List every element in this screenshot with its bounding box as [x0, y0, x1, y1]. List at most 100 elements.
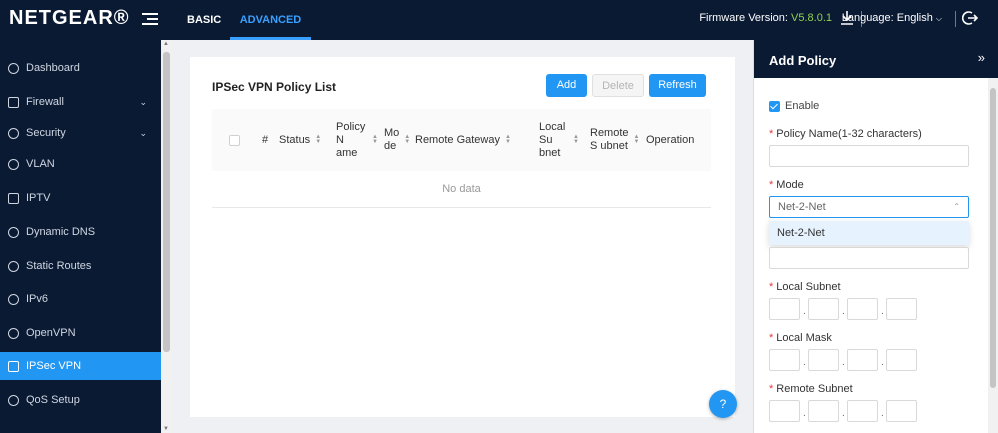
sort-icon: ▲ ▼: [504, 134, 511, 145]
local-mask-label: * Local Mask: [769, 332, 832, 344]
ipsec-icon: [8, 361, 19, 372]
enable-label: Enable: [785, 100, 820, 112]
octet-separator: .: [803, 408, 806, 419]
mode-label: * Mode: [769, 179, 804, 191]
local-subnet-octet-3[interactable]: [847, 298, 878, 320]
tv-icon: [8, 193, 19, 204]
collapse-icon[interactable]: »: [978, 50, 985, 65]
column-remote-gateway[interactable]: Remote Gateway ▲ ▼: [415, 109, 511, 171]
scrollbar-thumb[interactable]: [990, 88, 996, 388]
local-mask-octet-2[interactable]: [808, 349, 839, 371]
local-mask-octet-4[interactable]: [886, 349, 917, 371]
sidebar-item-firewall[interactable]: Firewall ⌄: [0, 88, 161, 116]
empty-state: No data: [212, 171, 711, 208]
netgear-logo: NETGEAR®: [9, 7, 130, 29]
tab-advanced[interactable]: ADVANCED: [230, 0, 311, 40]
main-scrollbar[interactable]: ▲ ▼: [161, 40, 172, 433]
language-selector[interactable]: Language: English ⌵: [842, 12, 942, 24]
octet-separator: .: [881, 408, 884, 419]
mode-option-net-2-net[interactable]: Net-2-Net: [769, 221, 969, 245]
sidebar-item-vlan[interactable]: VLAN: [0, 150, 161, 178]
shield-icon: [8, 128, 19, 139]
sidebar-item-label: Firewall: [26, 96, 64, 108]
sidebar-item-dashboard[interactable]: Dashboard: [0, 54, 161, 82]
add-button[interactable]: Add: [546, 74, 587, 97]
refresh-button[interactable]: Refresh: [649, 74, 706, 97]
chevron-down-icon: ⌵: [935, 14, 942, 23]
chevron-up-icon: ⌃: [953, 202, 960, 211]
sidebar-item-dynamic-dns[interactable]: Dynamic DNS: [0, 218, 161, 246]
scroll-down-icon[interactable]: ▼: [163, 426, 169, 432]
local-subnet-label: * Local Subnet: [769, 281, 841, 293]
scroll-up-icon[interactable]: ▲: [163, 41, 169, 47]
octet-separator: .: [842, 408, 845, 419]
remote-subnet-octet-3[interactable]: [847, 400, 878, 422]
remote-subnet-octet-4[interactable]: [886, 400, 917, 422]
gear-icon: [8, 159, 19, 170]
firmware-version: Firmware Version: V5.8.0.1: [699, 12, 832, 24]
local-mask-octet-1[interactable]: [769, 349, 800, 371]
sidebar-item-iptv[interactable]: IPTV: [0, 184, 161, 212]
sidebar-item-ipv6[interactable]: IPv6: [0, 285, 161, 313]
top-bar: NETGEAR® BASIC ADVANCED Firmware Version…: [0, 0, 998, 40]
sidebar: Dashboard Firewall ⌄ Security ⌄ VLAN IPT…: [0, 40, 161, 433]
column-mode[interactable]: Mo de ▲ ▼: [384, 109, 410, 171]
sidebar-item-label: Dashboard: [26, 62, 80, 74]
enable-checkbox[interactable]: [769, 101, 780, 112]
column-index: #: [262, 133, 269, 146]
sidebar-item-label: IPTV: [26, 192, 51, 204]
sidebar-item-label: IPv6: [26, 293, 49, 305]
sidebar-item-openvpn[interactable]: OpenVPN: [0, 319, 161, 347]
drawer-header: Add Policy »: [754, 40, 998, 78]
sort-icon: ▲ ▼: [633, 134, 640, 145]
local-subnet-octet-2[interactable]: [808, 298, 839, 320]
remote-subnet-label: * Remote Subnet: [769, 383, 853, 395]
sidebar-item-label: Static Routes: [26, 260, 92, 272]
column-remote-subnet[interactable]: Remote S ubnet ▲ ▼: [590, 109, 639, 171]
add-policy-drawer: Add Policy » Enable * Policy Name(1-32 ch…: [753, 40, 998, 433]
octet-separator: .: [881, 357, 884, 368]
menu-toggle-icon[interactable]: [142, 10, 158, 28]
firewall-icon: [8, 97, 19, 108]
sidebar-item-security[interactable]: Security ⌄: [0, 119, 161, 147]
drawer-title: Add Policy: [769, 53, 837, 68]
sidebar-item-static-routes[interactable]: Static Routes: [0, 252, 161, 280]
scrollbar-thumb[interactable]: [163, 52, 170, 352]
table-header: # Status ▲ ▼ Policy N ame ▲ ▼ Mo de ▲ ▼ Remote…: [212, 109, 711, 171]
sidebar-item-label: VLAN: [26, 158, 55, 170]
sidebar-item-label: Dynamic DNS: [26, 226, 96, 238]
local-mask-octet-3[interactable]: [847, 349, 878, 371]
policy-list-card: IPSec VPN Policy List Add Delete Refresh…: [190, 57, 735, 417]
remote-subnet-octet-1[interactable]: [769, 400, 800, 422]
sidebar-item-label: OpenVPN: [26, 327, 76, 339]
octet-separator: .: [881, 306, 884, 317]
column-policy-name[interactable]: Policy N ame ▲ ▼: [336, 109, 378, 171]
drawer-scrollbar[interactable]: [988, 78, 998, 433]
tab-basic[interactable]: BASIC: [187, 0, 221, 40]
sort-icon: ▲ ▼: [372, 134, 378, 145]
delete-button[interactable]: Delete: [592, 74, 644, 97]
sidebar-item-label: QoS Setup: [26, 394, 80, 406]
octet-separator: .: [803, 357, 806, 368]
local-subnet-octet-1[interactable]: [769, 298, 800, 320]
octet-separator: .: [842, 357, 845, 368]
octet-separator: .: [803, 306, 806, 317]
route-icon: [8, 261, 19, 272]
language-label: Language: English: [841, 12, 933, 24]
column-status[interactable]: Status ▲ ▼: [279, 109, 321, 171]
page-title: IPSec VPN Policy List: [212, 80, 337, 94]
mode-select[interactable]: Net-2-Net ⌃: [769, 196, 969, 218]
help-button[interactable]: ?: [709, 390, 737, 418]
sidebar-item-label: Security: [26, 127, 66, 139]
policy-name-label: * Policy Name(1-32 characters): [769, 128, 922, 140]
column-local-subnet[interactable]: Local Su bnet ▲ ▼: [539, 109, 579, 171]
remote-gateway-input[interactable]: [769, 247, 969, 269]
qos-icon: [8, 395, 19, 406]
logout-icon[interactable]: [962, 10, 978, 26]
sidebar-item-qos-setup[interactable]: QoS Setup: [0, 386, 161, 414]
sidebar-item-ipsec-vpn[interactable]: IPSec VPN: [0, 352, 161, 380]
local-subnet-octet-4[interactable]: [886, 298, 917, 320]
select-all-checkbox[interactable]: [229, 109, 240, 171]
policy-name-input[interactable]: [769, 145, 969, 167]
remote-subnet-octet-2[interactable]: [808, 400, 839, 422]
